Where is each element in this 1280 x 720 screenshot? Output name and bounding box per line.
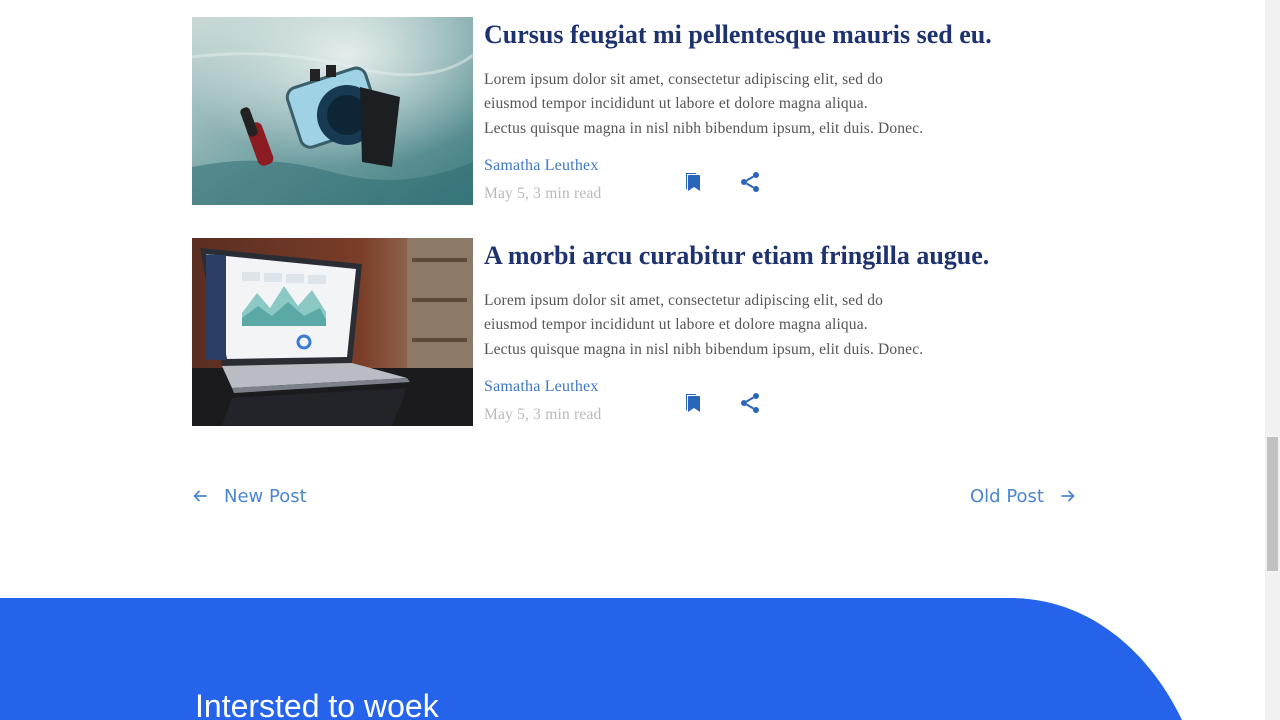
arrow-left-icon <box>193 490 207 502</box>
excerpt-line: Lorem ipsum dolor sit amet, consectetur … <box>484 71 884 88</box>
scrollbar[interactable] <box>1265 0 1280 720</box>
page: Cursus feugiat mi pellentesque mauris se… <box>0 0 1265 720</box>
new-post-label: New Post <box>224 485 307 507</box>
excerpt-line: Lectus quisque magna in nisl nibh bibend… <box>484 119 924 137</box>
footer-background <box>0 598 1182 720</box>
excerpt-line: eiusmod tempor incididunt ut labore et d… <box>484 316 868 334</box>
arrow-right-icon <box>1061 490 1075 502</box>
excerpt-line: Lorem ipsum dolor sit amet, consectetur … <box>484 292 884 309</box>
new-post-link[interactable]: New Post <box>192 484 307 508</box>
post-excerpt: Lorem ipsum dolor sit amet, consectetur … <box>484 289 984 362</box>
excerpt-line: Lectus quisque magna in nisl nibh bibend… <box>484 340 924 358</box>
bookmark-icon[interactable] <box>681 391 705 415</box>
old-post-link[interactable]: Old Post <box>970 484 1076 508</box>
post-author-link[interactable]: Samatha Leuthex <box>484 378 599 396</box>
post-thumbnail[interactable] <box>192 17 473 205</box>
old-post-label: Old Post <box>970 485 1044 507</box>
laptop-dashboard-image <box>192 238 473 426</box>
post-title[interactable]: Cursus feugiat mi pellentesque mauris se… <box>484 19 992 51</box>
footer-section: Intersted to woek <box>0 598 1265 720</box>
post-title[interactable]: A morbi arcu curabitur etiam fringilla a… <box>484 240 989 272</box>
footer-heading: Intersted to woek <box>195 688 439 720</box>
share-icon[interactable] <box>738 170 762 194</box>
post-thumbnail[interactable] <box>192 238 473 426</box>
post-card: A morbi arcu curabitur etiam fringilla a… <box>192 238 1072 426</box>
bookmark-icon[interactable] <box>681 170 705 194</box>
post-excerpt: Lorem ipsum dolor sit amet, consectetur … <box>484 68 984 141</box>
post-author-link[interactable]: Samatha Leuthex <box>484 157 599 175</box>
post-meta: May 5, 3 min read <box>484 406 602 423</box>
underwater-camera-image <box>192 17 473 205</box>
scrollbar-thumb[interactable] <box>1267 437 1278 571</box>
post-card: Cursus feugiat mi pellentesque mauris se… <box>192 17 1072 205</box>
share-icon[interactable] <box>738 391 762 415</box>
post-meta: May 5, 3 min read <box>484 185 602 202</box>
excerpt-line: eiusmod tempor incididunt ut labore et d… <box>484 95 868 113</box>
